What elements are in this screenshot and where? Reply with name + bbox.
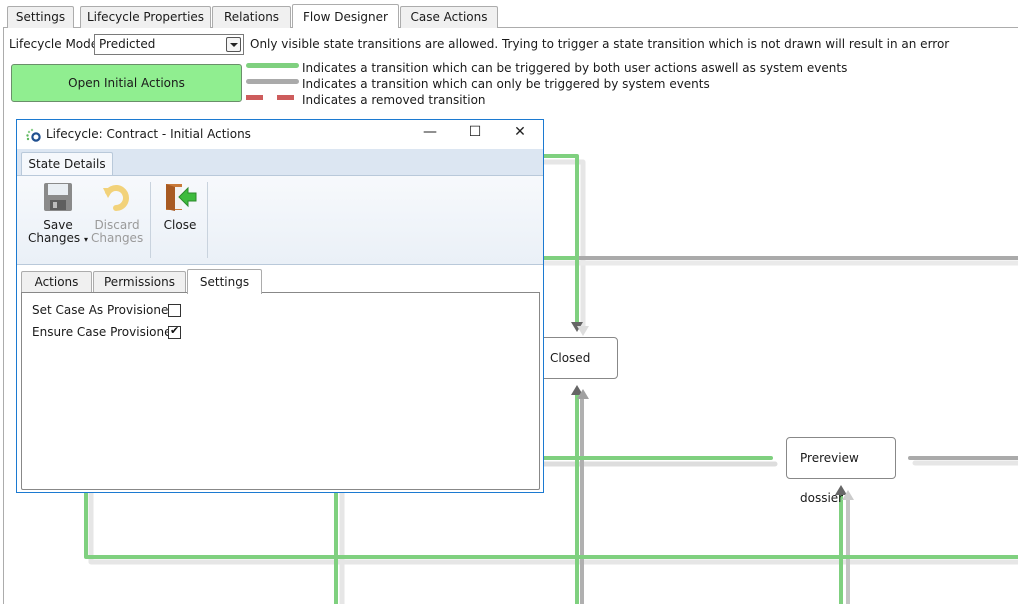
- button-label: Discard Changes: [91, 218, 144, 245]
- ribbon-tab-label: State Details: [28, 157, 106, 171]
- tab-flow-designer[interactable]: Flow Designer: [292, 4, 399, 28]
- dialog-title: Lifecycle: Contract - Initial Actions: [46, 127, 251, 141]
- button-label: Open Initial Actions: [68, 76, 185, 90]
- ribbon-tabstrip: State Details: [17, 149, 543, 176]
- tab-relations[interactable]: Relations: [212, 6, 291, 28]
- tab-label: Actions: [34, 275, 79, 289]
- legend-swatch-system-only: [246, 79, 299, 84]
- state-label: Closed: [550, 351, 591, 365]
- tab-label: Case Actions: [410, 10, 488, 24]
- close-icon: ✕: [514, 124, 526, 140]
- tab-label: Relations: [223, 10, 280, 24]
- settings-panel: Set Case As Provisioned Ensure Case Prov…: [21, 292, 540, 490]
- legend-swatch-user-system: [246, 63, 299, 68]
- tab-label: Flow Designer: [303, 10, 388, 24]
- open-initial-actions-button[interactable]: Open Initial Actions: [11, 64, 242, 102]
- tab-settings[interactable]: Settings: [187, 269, 262, 294]
- legend-text: Indicates a transition which can be trig…: [302, 61, 848, 75]
- ensure-case-provisioned-checkbox[interactable]: [168, 324, 181, 339]
- legend-text: Indicates a removed transition: [302, 93, 486, 107]
- minimize-button[interactable]: —: [415, 124, 445, 144]
- chevron-down-icon[interactable]: [226, 37, 241, 52]
- ribbon-separator: [150, 182, 151, 258]
- undo-icon: [103, 185, 129, 211]
- set-case-as-provisioned-checkbox[interactable]: [168, 304, 181, 317]
- state-node-closed[interactable]: Closed: [536, 337, 618, 379]
- arrowhead-icon: [577, 326, 589, 336]
- discard-changes-button[interactable]: Discard Changes: [91, 182, 143, 245]
- close-window-button[interactable]: ✕: [505, 124, 535, 144]
- close-button[interactable]: Close: [157, 182, 203, 232]
- setting-row-set-case-as-provisioned: Set Case As Provisioned: [32, 303, 176, 317]
- content-border: [3, 27, 4, 604]
- tab-lifecycle-properties[interactable]: Lifecycle Properties: [80, 6, 211, 28]
- dialog-titlebar[interactable]: Lifecycle: Contract - Initial Actions — …: [17, 120, 543, 149]
- tab-permissions[interactable]: Permissions: [93, 271, 186, 293]
- lifecycle-mode-select[interactable]: Predicted: [94, 34, 244, 55]
- maximize-button[interactable]: ☐: [460, 124, 490, 144]
- tab-case-actions[interactable]: Case Actions: [400, 6, 498, 28]
- dropdown-arrow-icon[interactable]: ▾: [84, 235, 88, 244]
- tab-actions[interactable]: Actions: [21, 271, 92, 293]
- button-label: Close: [163, 218, 197, 232]
- lifecycle-mode-value: Predicted: [99, 37, 156, 51]
- main-tabstrip: Settings Lifecycle Properties Relations …: [0, 0, 1018, 28]
- ribbon-separator: [207, 182, 208, 258]
- tab-label: Settings: [15, 10, 66, 24]
- minimize-icon: —: [423, 124, 437, 140]
- detail-tabstrip: Actions Permissions Settings: [21, 269, 541, 294]
- button-label: Save Changes ▾: [27, 218, 89, 245]
- app-logo-icon: [26, 128, 41, 142]
- state-node-prereview-dossier[interactable]: Prereview dossier: [786, 437, 896, 505]
- legend-text: Indicates a transition which can only be…: [302, 77, 710, 91]
- transition-user-and-system[interactable]: [542, 154, 579, 324]
- tab-label: Settings: [199, 275, 250, 289]
- tab-label: Lifecycle Properties: [86, 10, 205, 24]
- tab-label: Permissions: [104, 275, 175, 289]
- maximize-icon: ☐: [468, 124, 482, 140]
- exit-door-icon: [166, 184, 197, 211]
- ribbon-tab-state-details[interactable]: State Details: [21, 152, 113, 176]
- setting-row-ensure-case-provisioned: Ensure Case Provisioned: [32, 325, 179, 339]
- setting-label: Ensure Case Provisioned: [32, 325, 180, 339]
- ribbon-body: Save Changes ▾ Discard Changes Close: [17, 175, 543, 265]
- floppy-disk-icon: [44, 183, 72, 211]
- save-changes-button[interactable]: Save Changes ▾: [27, 182, 89, 246]
- initial-actions-dialog: Lifecycle: Contract - Initial Actions — …: [16, 119, 544, 493]
- lifecycle-mode-hint: Only visible state transitions are allow…: [250, 37, 950, 51]
- tab-settings[interactable]: Settings: [7, 6, 74, 28]
- legend-swatch-removed: [246, 95, 299, 100]
- lifecycle-mode-label: Lifecycle Mode: [9, 37, 99, 51]
- setting-label: Set Case As Provisioned: [32, 303, 176, 317]
